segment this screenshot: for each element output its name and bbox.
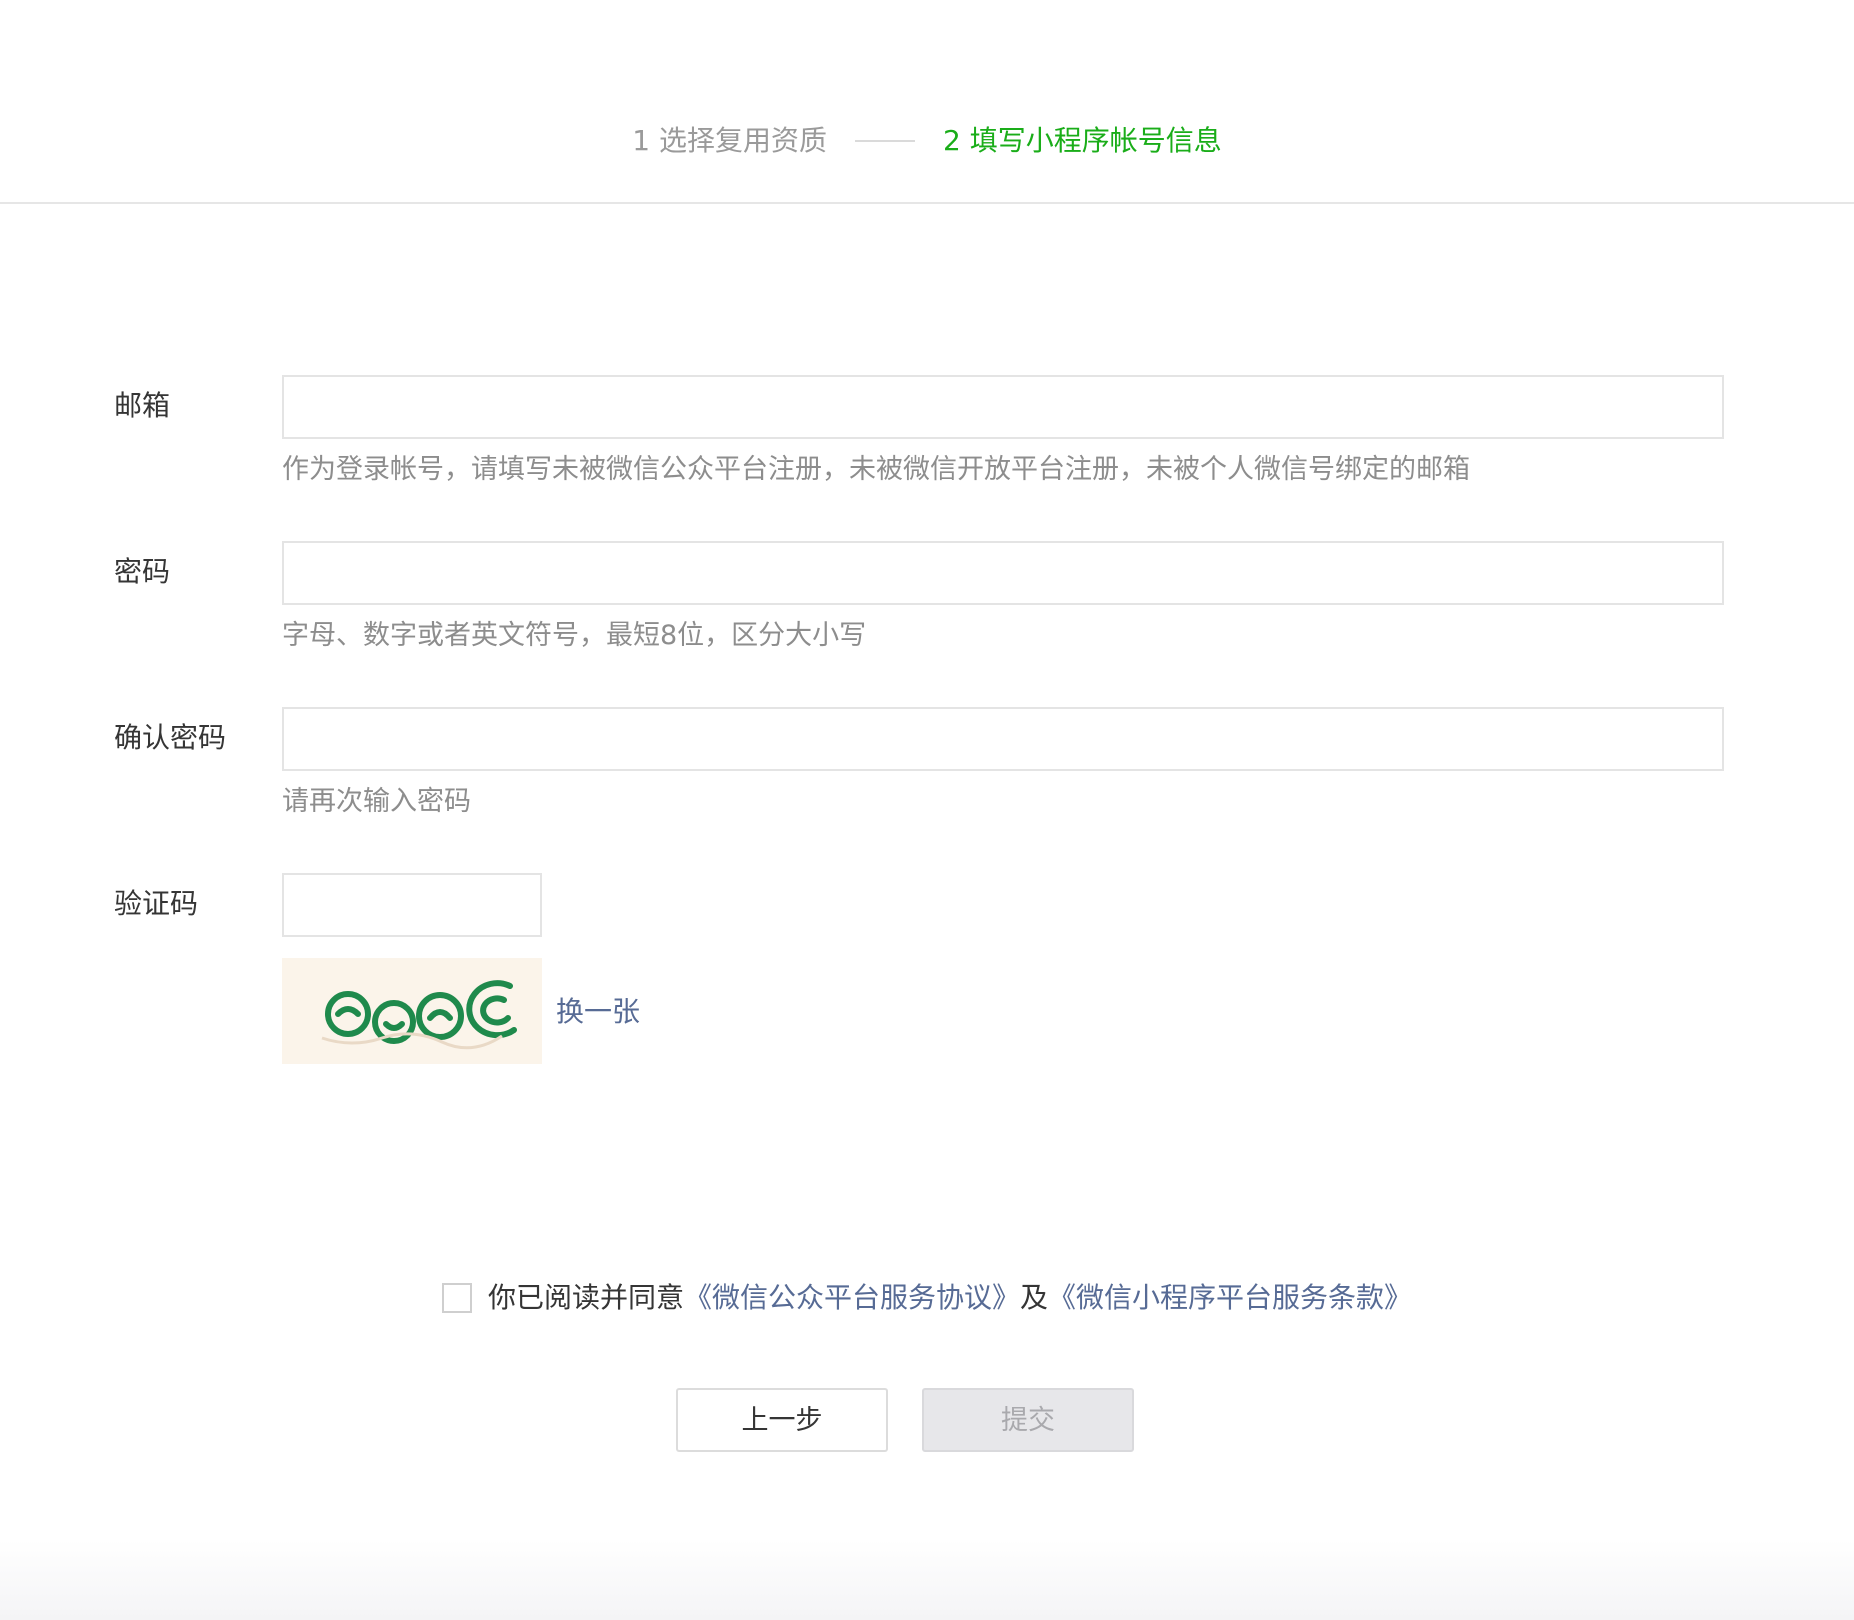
email-input[interactable] [282, 375, 1724, 439]
step-connector [855, 140, 915, 142]
submit-button[interactable]: 提交 [922, 1388, 1134, 1452]
email-tip: 作为登录帐号，请填写未被微信公众平台注册，未被微信开放平台注册，未被个人微信号绑… [282, 454, 1470, 485]
miniprogram-terms-link[interactable]: 《微信小程序平台服务条款》 [1048, 1276, 1412, 1320]
email-label: 邮箱 [114, 389, 171, 422]
password-input[interactable] [282, 541, 1724, 605]
service-agreement-link[interactable]: 《微信公众平台服务协议》 [684, 1276, 1020, 1320]
footer-fade [0, 1540, 1854, 1620]
confirm-password-label: 确认密码 [114, 721, 227, 754]
agreement-checkbox[interactable] [441, 1283, 472, 1313]
captcha-graphic [321, 980, 517, 1050]
confirm-password-tip: 请再次输入密码 [282, 786, 471, 817]
captcha-refresh-link[interactable]: 换一张 [556, 992, 640, 1032]
captcha-input[interactable] [282, 873, 542, 937]
step-2: 2 填写小程序帐号信息 [943, 124, 1222, 157]
agreement-conjunction: 及 [1020, 1281, 1049, 1314]
password-label: 密码 [114, 555, 171, 588]
step-indicator: 1 选择复用资质 2 填写小程序帐号信息 [0, 0, 1854, 204]
agreement-row: 你已阅读并同意 《微信公众平台服务协议》 及 《微信小程序平台服务条款》 [0, 1276, 1854, 1320]
previous-step-button[interactable]: 上一步 [676, 1388, 888, 1452]
password-tip: 字母、数字或者英文符号，最短8位，区分大小写 [282, 620, 867, 651]
step-1: 1 选择复用资质 [632, 124, 827, 157]
captcha-image[interactable] [282, 958, 542, 1064]
agreement-prefix: 你已阅读并同意 [487, 1281, 684, 1314]
account-info-form: 邮箱 作为登录帐号，请填写未被微信公众平台注册，未被微信开放平台注册，未被个人微… [0, 0, 1854, 1620]
step-list: 1 选择复用资质 2 填写小程序帐号信息 [0, 120, 1854, 162]
confirm-password-input[interactable] [282, 707, 1724, 771]
captcha-label: 验证码 [114, 887, 199, 920]
